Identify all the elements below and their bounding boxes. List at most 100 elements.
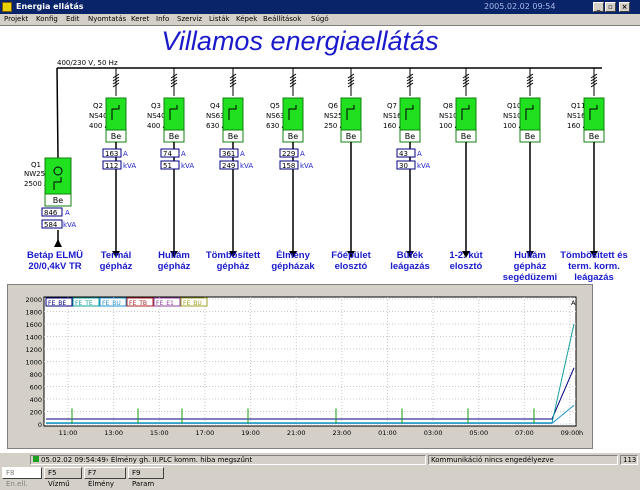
y-tick-label: 1800	[25, 309, 42, 317]
menu-keret[interactable]: Keret	[131, 15, 149, 23]
consumer-label-q10-line: gépház	[513, 261, 547, 272]
current-unit: A	[181, 150, 186, 158]
menu-beallitasok[interactable]: Beállítások	[263, 15, 301, 23]
breaker-id: Q3	[151, 102, 161, 110]
breaker-Q8[interactable]	[455, 97, 477, 131]
main-power-value: 584	[44, 221, 58, 229]
power-value: 30	[399, 162, 408, 170]
tab-f7-elmeny[interactable]: F7 Élmény	[84, 467, 126, 488]
x-unit-label: h	[579, 429, 583, 437]
legend-label: FE_TE	[75, 300, 93, 307]
tab-f9-param[interactable]: F9 Param	[128, 467, 164, 488]
menu-info[interactable]: Info	[156, 15, 169, 23]
power-unit: kVA	[123, 162, 136, 170]
current-value: 229	[282, 150, 295, 158]
menu-edit[interactable]: Edit	[66, 15, 80, 23]
breaker-Q5[interactable]	[282, 97, 304, 131]
main-current-value: 846	[44, 209, 58, 217]
tab-label: F7 Élmény	[88, 469, 115, 488]
plot-area	[43, 296, 577, 427]
current-unit: A	[123, 150, 128, 158]
breaker-Q11[interactable]	[583, 97, 605, 131]
consumer-label-q8: 1-2. kút elosztó	[431, 250, 501, 272]
trend-chart-canvas: 200018001600140012001000800600400200011:…	[25, 296, 583, 437]
menu-sugo[interactable]: Súgó	[311, 15, 329, 23]
legend-label: FE_BE	[48, 300, 66, 307]
consumer-label-q10: Hullám gépház segédüzemi	[495, 250, 565, 283]
power-unit: kVA	[300, 162, 313, 170]
consumer-label-q11-line: term. korm.	[568, 261, 620, 272]
main-breaker[interactable]	[44, 157, 72, 199]
window-title: Energia ellátás	[16, 2, 84, 11]
y-tick-label: 0	[38, 421, 42, 429]
x-tick-label: 03:00	[424, 429, 443, 437]
power-unit: kVA	[417, 162, 430, 170]
breaker-Q3[interactable]	[163, 97, 185, 131]
x-tick-label: 15:00	[150, 429, 169, 437]
y-tick-label: 2000	[25, 296, 42, 304]
menu-nyomtatas[interactable]: Nyomtatás	[88, 15, 126, 23]
status-message: 05.02.02 09:54:49› Élmény gh. II.PLC kom…	[30, 455, 426, 465]
breaker-Q10[interactable]	[519, 97, 541, 131]
current-unit: A	[417, 150, 422, 158]
x-tick-label: 21:00	[287, 429, 306, 437]
breaker-Q6[interactable]	[340, 97, 362, 131]
consumer-label-q11: Tömbösített és term. korm. leágazás	[559, 250, 629, 283]
supply-arrow-icon	[54, 239, 62, 247]
consumer-label-q10-line: segédüzemi	[502, 272, 558, 283]
consumer-label-q11-line: leágazás	[574, 272, 614, 283]
consumer-label-q8-line: 1-2. kút	[449, 250, 483, 261]
y-unit-label: A	[571, 299, 576, 307]
breaker-id: Q4	[210, 102, 221, 110]
consumer-label-q11-line: Tömbösített és	[560, 250, 628, 261]
breaker-id: Q2	[93, 102, 103, 110]
power-value: 112	[105, 162, 118, 170]
power-value: 249	[222, 162, 235, 170]
status-communication-text: Kommunikáció nincs engedélyezve	[431, 456, 554, 464]
breaker-state-label: Be	[405, 132, 415, 141]
menu-kepek[interactable]: Képek	[236, 15, 257, 23]
x-tick-label: 09:00	[561, 429, 580, 437]
consumer-label-q8-line: elosztó	[449, 261, 483, 272]
menu-listak[interactable]: Listák	[209, 15, 230, 23]
legend-label: FE_E1	[156, 300, 174, 307]
menu-projekt[interactable]: Projekt	[4, 15, 28, 23]
main-feeder-line	[56, 67, 59, 159]
menu-konfig[interactable]: Konfig	[36, 15, 58, 23]
tab-label: F8 En.ell.	[6, 469, 28, 488]
x-tick-label: 05:00	[469, 429, 488, 437]
y-tick-label: 1600	[25, 321, 42, 329]
y-tick-label: 600	[30, 384, 42, 392]
breaker-id: Q11	[571, 102, 585, 110]
status-message-text: 05.02.02 09:54:49› Élmény gh. II.PLC kom…	[41, 456, 253, 464]
breaker-state-label: Be	[288, 132, 298, 141]
tab-label: F9 Param	[132, 469, 155, 488]
minimize-button[interactable]: _	[593, 2, 604, 12]
breaker-state-label: Be	[589, 132, 599, 141]
x-tick-label: 19:00	[241, 429, 260, 437]
tab-f8-en-ell[interactable]: F8 En.ell.	[2, 467, 42, 488]
consumer-label-betap-line: 20/0,4kV TR	[28, 261, 82, 272]
main-current-unit: A	[65, 209, 70, 217]
close-button[interactable]: ×	[619, 2, 630, 12]
consumer-label-betap-line: Betáp ELMÜ	[27, 250, 83, 261]
maximize-button[interactable]: ▫	[605, 2, 616, 12]
menu-szerviz[interactable]: Szerviz	[177, 15, 202, 23]
current-value: 74	[163, 150, 172, 158]
breaker-id: Q8	[443, 102, 453, 110]
breaker-Q4[interactable]	[222, 97, 244, 131]
breaker-Q2[interactable]	[105, 97, 127, 131]
x-tick-label: 07:00	[515, 429, 534, 437]
current-value: 43	[399, 150, 408, 158]
busbar-label: 400/230 V, 50 Hz	[57, 59, 118, 67]
main-power-unit: kVA	[63, 221, 76, 229]
trend-chart: 2000 1800 1600 1400 1200 1000 800 600 400 200 0 11:…	[7, 284, 593, 449]
breaker-id: Q5	[270, 102, 280, 110]
breaker-Q7[interactable]	[399, 97, 421, 131]
x-tick-label: 13:00	[104, 429, 123, 437]
status-communication: Kommunikáció nincs engedélyezve	[428, 455, 618, 465]
tab-f5-vizmu[interactable]: F5 Vízmű	[44, 467, 82, 488]
legend-label: FE_TB	[129, 300, 147, 307]
status-ok-icon	[33, 456, 39, 462]
current-value: 163	[105, 150, 118, 158]
